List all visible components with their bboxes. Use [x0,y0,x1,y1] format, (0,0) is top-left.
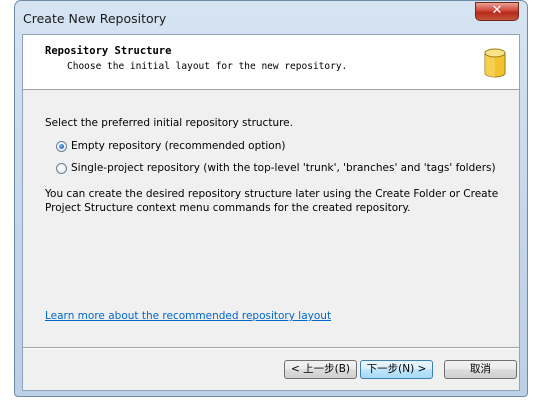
window-title: Create New Repository [23,11,167,26]
close-icon: ✕ [491,3,503,18]
footer-separator [23,347,519,349]
structure-prompt: Select the preferred initial repository … [45,117,293,129]
next-button[interactable]: 下一步(N) > [360,360,433,379]
cancel-button[interactable]: 取消 [444,360,517,379]
option-label: Empty repository (recommended option) [71,140,286,152]
learn-more-link[interactable]: Learn more about the recommended reposit… [45,310,331,322]
option-label: Single-project repository (with the top-… [71,162,496,174]
header-subtitle: Choose the initial layout for the new re… [67,61,348,72]
title-bar[interactable]: Create New Repository ✕ [15,1,527,34]
close-button[interactable]: ✕ [475,2,519,21]
dialog-window: Create New Repository ✕ Repository Struc… [14,0,528,397]
database-icon [484,48,506,78]
wizard-header: Repository Structure Choose the initial … [23,35,519,90]
info-text: You can create the desired repository st… [45,188,499,214]
option-single-project-repository[interactable]: Single-project repository (with the top-… [56,160,496,176]
back-button[interactable]: < 上一步(B) [284,360,357,379]
header-title: Repository Structure [45,45,172,57]
radio-button[interactable] [56,162,67,174]
option-empty-repository[interactable]: Empty repository (recommended option) [56,138,285,154]
radio-button-checked[interactable] [56,140,67,152]
dialog-client-area: Repository Structure Choose the initial … [22,34,520,391]
